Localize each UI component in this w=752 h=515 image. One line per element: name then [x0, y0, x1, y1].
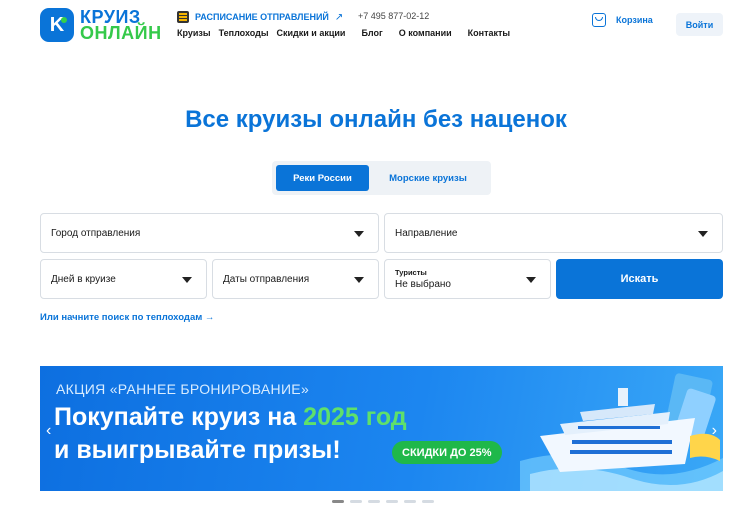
dropdown-caret-icon: [698, 231, 708, 237]
dropdown-caret-icon: [354, 277, 364, 283]
login-button[interactable]: Войти: [676, 13, 723, 36]
dropdown-caret-icon: [182, 277, 192, 283]
banner-headline-1: Покупайте круиз на 2025 год: [54, 403, 407, 431]
tourists-select[interactable]: Туристы Не выбрано: [384, 259, 551, 299]
schedule-icon: [177, 11, 189, 23]
nav-about[interactable]: О компании: [399, 28, 452, 38]
phone-number[interactable]: +7 495 877-02-12: [358, 11, 429, 21]
carousel-indicators: [332, 500, 434, 503]
main-nav: Круизы Теплоходы Скидки и акции Блог О к…: [177, 28, 518, 38]
direction-select[interactable]: Направление: [384, 213, 723, 253]
days-select[interactable]: Дней в круизе: [40, 259, 207, 299]
cruise-type-tabs: Реки России Морские круизы: [272, 161, 491, 195]
dropdown-caret-icon: [354, 231, 364, 237]
carousel-dot[interactable]: [350, 500, 362, 503]
search-by-ship-link[interactable]: Или начните поиск по теплоходам →: [40, 312, 214, 323]
page-title: Все круизы онлайн без наценок: [185, 106, 567, 133]
discount-badge: СКИДКИ ДО 25%: [392, 441, 502, 464]
city-select[interactable]: Город отправления: [40, 213, 379, 253]
dropdown-caret-icon: [526, 277, 536, 283]
banner-headline-2: и выигрывайте призы!: [54, 436, 341, 464]
logo-text: КРУИЗ ОНЛАЙН: [80, 7, 162, 43]
carousel-dot[interactable]: [404, 500, 416, 503]
carousel-dot[interactable]: [386, 500, 398, 503]
logo-mark: K: [40, 8, 74, 42]
search-button[interactable]: Искать: [556, 259, 723, 299]
nav-cruises[interactable]: Круизы: [177, 28, 211, 38]
tab-rivers[interactable]: Реки России: [276, 165, 369, 191]
nav-blog[interactable]: Блог: [361, 28, 382, 38]
tab-sea[interactable]: Морские круизы: [369, 165, 487, 191]
cart-icon: [592, 13, 606, 27]
schedule-link[interactable]: РАСПИСАНИЕ ОТПРАВЛЕНИЙ ↗: [177, 11, 343, 23]
cruise-ship-illustration: [520, 373, 723, 491]
nav-contacts[interactable]: Контакты: [468, 28, 510, 38]
carousel-dot[interactable]: [422, 500, 434, 503]
carousel-dot[interactable]: [368, 500, 380, 503]
chevron-left-icon[interactable]: ‹: [46, 422, 51, 440]
cart-link[interactable]: Корзина: [592, 13, 653, 27]
dates-select[interactable]: Даты отправления: [212, 259, 379, 299]
nav-ships[interactable]: Теплоходы: [219, 28, 269, 38]
promo-banner[interactable]: АКЦИЯ «РАННЕЕ БРОНИРОВАНИЕ» Покупайте кр…: [40, 366, 723, 491]
external-arrow-icon: ↗: [334, 11, 344, 23]
promo-label: АКЦИЯ «РАННЕЕ БРОНИРОВАНИЕ»: [56, 381, 310, 397]
logo[interactable]: K КРУИЗ ОНЛАЙН: [40, 8, 162, 42]
nav-discounts[interactable]: Скидки и акции: [277, 28, 346, 38]
carousel-dot[interactable]: [332, 500, 344, 503]
